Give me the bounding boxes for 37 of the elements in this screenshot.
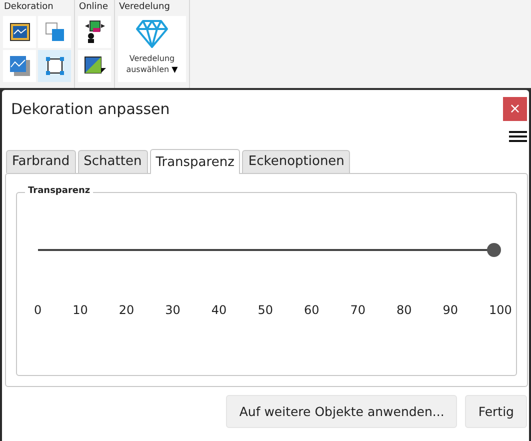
tab[interactable]: Farbrand [6,150,76,173]
group-title: Transparenz [25,186,94,196]
tool-button[interactable] [78,16,111,48]
tick-label: 0 [34,303,42,317]
tick-label: 50 [258,303,273,317]
group-title: Dekoration [4,2,54,12]
tool-button[interactable] [78,50,111,82]
connector-icon [84,20,104,44]
dialog-button[interactable]: Auf weitere Objekte anwenden... [226,395,458,428]
finish-select-button[interactable]: Veredelung auswählen ▼ [118,16,186,82]
tick-label: 100 [489,303,512,317]
overlapping-squares-icon [44,22,64,42]
tick-label: 90 [442,303,458,317]
dialog-title: Dekoration anpassen [11,100,170,118]
picture-frame-icon [10,23,30,41]
dialog-button[interactable]: Fertig [465,395,527,428]
menu-icon[interactable] [509,131,527,142]
tool-button[interactable] [38,50,71,82]
tick-label: 10 [72,303,88,317]
gradient-square-icon [84,56,106,76]
tab[interactable]: Schatten [78,150,148,173]
tick-label: 70 [350,303,366,317]
group-title: Veredelung [119,2,171,12]
close-button[interactable]: × [503,97,527,121]
tool-button[interactable] [3,16,36,48]
tick-label: 40 [211,303,227,317]
shadowed-picture-icon [10,56,30,76]
tick-label: 80 [396,303,412,317]
tick-label: 30 [165,303,180,317]
diamond-icon [135,19,169,49]
tick-label: 20 [118,303,134,317]
slider-thumb[interactable] [487,243,501,257]
tab[interactable]: Transparenz [150,149,240,174]
tab[interactable]: Eckenoptionen [242,150,350,173]
group-title: Online [79,2,110,12]
tick-label: 60 [304,303,320,317]
square-handles-icon [44,56,64,76]
